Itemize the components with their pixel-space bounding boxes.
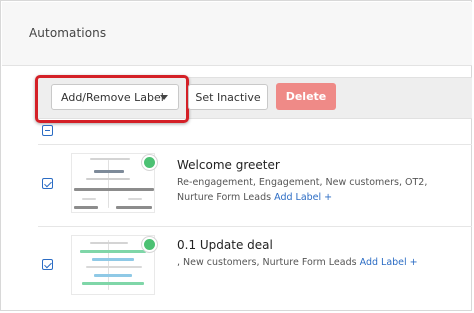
automation-labels: Re-engagement, Engagement, New customers… — [177, 175, 462, 205]
row-divider — [38, 226, 472, 227]
labels-text: Re-engagement, Engagement, New customers… — [177, 177, 428, 188]
automation-labels: , New customers, Nurture Form Leads Add … — [177, 255, 462, 270]
select-all-checkbox[interactable] — [42, 125, 53, 136]
delete-button[interactable]: Delete — [276, 83, 336, 110]
row-checkbox-welcome-greeter[interactable] — [42, 178, 53, 189]
automation-title[interactable]: 0.1 Update deal — [177, 238, 273, 252]
page-title: Automations — [29, 26, 107, 40]
dropdown-label: Add/Remove Label — [61, 90, 164, 104]
add-remove-label-dropdown[interactable]: Add/Remove Label — [51, 84, 179, 110]
row-divider — [38, 144, 472, 145]
caret-down-icon — [160, 95, 168, 100]
row-checkbox-update-deal[interactable] — [42, 259, 53, 270]
active-status-icon — [142, 155, 157, 170]
automations-panel: Automations Add/Remove Label Set Inactiv… — [0, 0, 472, 311]
set-inactive-button[interactable]: Set Inactive — [188, 84, 268, 110]
panel-header: Automations — [2, 2, 472, 66]
active-status-icon — [142, 237, 157, 252]
labels-text: Nurture Form Leads — [177, 192, 272, 203]
labels-text: , New customers, Nurture Form Leads — [177, 257, 357, 268]
automation-title[interactable]: Welcome greeter — [177, 158, 280, 172]
add-label-link[interactable]: Add Label + — [360, 257, 418, 268]
add-label-link[interactable]: Add Label + — [274, 192, 332, 203]
